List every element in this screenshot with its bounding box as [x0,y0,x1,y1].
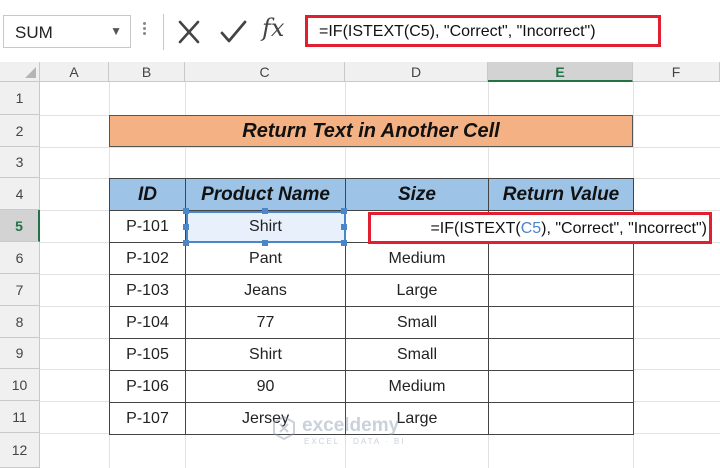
cell-product-name-selected[interactable]: Shirt [185,210,346,243]
cell-edit-formula: =IF(ISTEXT(C5), "Correct", "Incorrect") [430,220,707,238]
row-header-9[interactable]: 9 [0,338,40,369]
cell-id[interactable]: P-101 [109,210,186,243]
cell-product-name[interactable]: 90 [185,370,346,403]
cell-edit-e5[interactable]: =IF(ISTEXT(C5), "Correct", "Incorrect") [368,212,712,244]
formula-bar-divider [163,14,164,50]
formula-cell-reference: C5 [520,220,542,237]
cell-size[interactable]: Small [345,338,489,371]
table-row: P-105 Shirt Small [109,338,634,371]
table-row: P-102 Pant Medium [109,242,634,275]
cell-size[interactable]: Medium [345,370,489,403]
watermark-name: exceldemy [302,415,400,436]
row-header-12[interactable]: 12 [0,433,40,468]
cell-product-name[interactable]: 77 [185,306,346,339]
row-header-5[interactable]: 5 [0,210,40,242]
more-icon[interactable] [141,20,147,42]
column-header-d[interactable]: D [345,62,488,82]
cell-size[interactable]: Medium [345,242,489,275]
row-header-2[interactable]: 2 [0,115,40,147]
sheet-title[interactable]: Return Text in Another Cell [109,115,633,147]
row-header-11[interactable]: 11 [0,401,40,433]
watermark-tagline: EXCEL · DATA · BI [304,437,406,446]
cell-id[interactable]: P-107 [109,402,186,435]
cell-return-value[interactable] [488,370,634,403]
header-size[interactable]: Size [345,178,489,211]
cell-return-value[interactable] [488,402,634,435]
row-header-7[interactable]: 7 [0,274,40,306]
cell-product-name[interactable]: Shirt [185,338,346,371]
table-row: P-103 Jeans Large [109,274,634,307]
cell-id[interactable]: P-103 [109,274,186,307]
formula-prefix: =IF(ISTEXT( [430,220,521,237]
cell-id[interactable]: P-106 [109,370,186,403]
select-all-button[interactable] [0,62,40,82]
insert-function-button[interactable]: fx [262,14,284,42]
selection-handle[interactable] [183,240,189,246]
formula-text: =IF(ISTEXT(C5), "Correct", "Incorrect") [319,23,596,40]
formula-suffix: ), "Correct", "Incorrect") [541,220,707,237]
selection-handle[interactable] [341,240,347,246]
selection-handle[interactable] [341,224,347,230]
table-row: P-106 90 Medium [109,370,634,403]
cell-size[interactable]: Small [345,306,489,339]
cell-size[interactable]: Large [345,274,489,307]
cancel-button[interactable] [172,16,206,48]
cell-id[interactable]: P-104 [109,306,186,339]
table-header-row: ID Product Name Size Return Value [109,178,634,211]
column-header-a[interactable]: A [40,62,109,82]
cell-product-name[interactable]: Pant [185,242,346,275]
x-icon [178,20,200,44]
cell-id[interactable]: P-102 [109,242,186,275]
exceldemy-watermark: exceldemy EXCEL · DATA · BI [272,412,452,452]
cell-return-value[interactable] [488,338,634,371]
row-header-8[interactable]: 8 [0,306,40,338]
check-icon [220,20,247,43]
exceldemy-logo-icon [273,416,295,440]
cell-return-value[interactable] [488,242,634,275]
selection-handle[interactable] [262,208,268,214]
cell-return-value[interactable] [488,274,634,307]
column-header-c[interactable]: C [185,62,345,82]
column-header-f[interactable]: F [633,62,720,82]
selection-handle[interactable] [183,208,189,214]
chevron-down-icon[interactable]: ▼ [110,24,122,38]
formula-bar: SUM ▼ fx =IF(ISTEXT(C5), "Correct", "Inc… [0,0,720,62]
formula-input[interactable]: =IF(ISTEXT(C5), "Correct", "Incorrect") [305,15,661,47]
cell-product-name[interactable]: Jeans [185,274,346,307]
header-product-name[interactable]: Product Name [185,178,346,211]
selection-handle[interactable] [262,240,268,246]
cell-id[interactable]: P-105 [109,338,186,371]
row-header-4[interactable]: 4 [0,178,40,210]
enter-button[interactable] [216,16,250,48]
column-header-b[interactable]: B [109,62,185,82]
column-header-e[interactable]: E [488,62,633,82]
cell-return-value[interactable] [488,306,634,339]
row-header-6[interactable]: 6 [0,242,40,274]
selection-handle[interactable] [183,224,189,230]
name-box-value: SUM [15,23,53,42]
row-header-10[interactable]: 10 [0,369,40,401]
selection-handle[interactable] [341,208,347,214]
table-row: P-104 77 Small [109,306,634,339]
row-header-3[interactable]: 3 [0,147,40,178]
header-return-value[interactable]: Return Value [488,178,634,211]
row-header-1[interactable]: 1 [0,82,40,115]
header-id[interactable]: ID [109,178,186,211]
name-box[interactable]: SUM ▼ [3,15,131,48]
